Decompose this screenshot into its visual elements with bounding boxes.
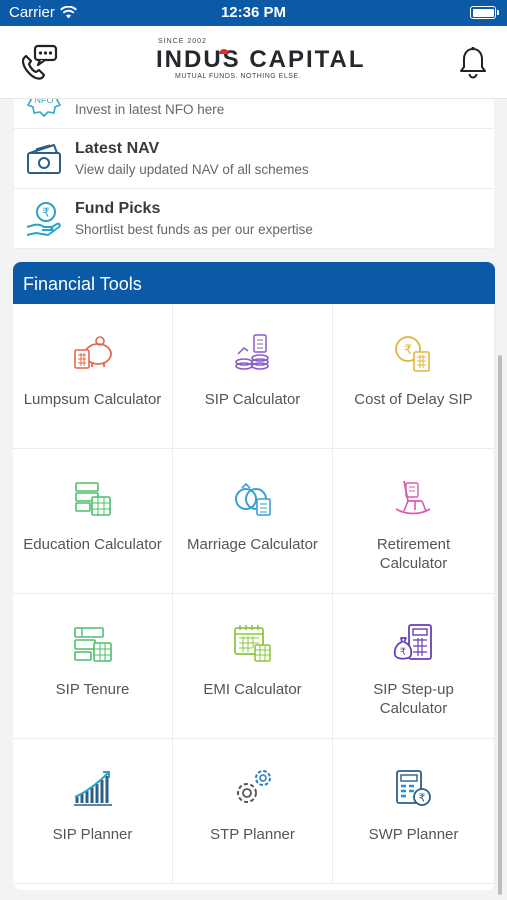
status-time: 12:36 PM bbox=[220, 4, 287, 21]
tool-retirement-calculator[interactable]: Retirement Calculator bbox=[333, 449, 495, 594]
fund-picks-icon: ₹ bbox=[26, 202, 61, 236]
calendar-calculator-icon bbox=[234, 625, 271, 662]
rings-icon bbox=[235, 482, 271, 516]
sip-tenure-icon bbox=[74, 627, 112, 662]
quick-link-nfo[interactable]: NFO Invest in latest NFO here bbox=[14, 99, 494, 129]
piggy-bank-calculator-icon bbox=[74, 336, 112, 369]
svg-text:₹: ₹ bbox=[419, 792, 426, 805]
scrollbar[interactable] bbox=[498, 355, 502, 895]
tool-label: Cost of Delay SIP bbox=[354, 391, 473, 408]
phone-chat-icon bbox=[21, 44, 58, 80]
tool-swp-planner[interactable]: ₹ SWP Planner bbox=[333, 739, 495, 884]
quick-link-subtitle: Shortlist best funds as per our expertis… bbox=[75, 222, 313, 237]
tool-label: EMI Calculator bbox=[203, 681, 302, 698]
quick-link-subtitle: View daily updated NAV of all schemes bbox=[75, 162, 309, 177]
quick-link-title: Latest NAV bbox=[75, 140, 160, 157]
rupee-coin-calculator-icon: ₹ bbox=[395, 336, 430, 372]
status-bar: Carrier 12:36 PM bbox=[0, 0, 507, 26]
quick-links-card: NFO Invest in latest NFO here Latest NAV… bbox=[14, 99, 494, 249]
calculator-rupee-icon: ₹ bbox=[396, 770, 431, 806]
financial-tools-title: Financial Tools bbox=[13, 262, 495, 304]
tool-label: SIP Tenure bbox=[55, 681, 130, 698]
tool-label: Marriage Calculator bbox=[187, 536, 318, 553]
nav-cash-icon bbox=[27, 144, 61, 174]
brand-name: INDUS CAPITAL bbox=[156, 46, 366, 73]
tool-label: SIP Step-up Calculator bbox=[373, 681, 454, 717]
brand-since: SINCE 2002 bbox=[158, 38, 207, 45]
tool-lumpsum-calculator[interactable]: Lumpsum Calculator bbox=[13, 304, 173, 449]
moneybag-calculator-icon: ₹ bbox=[393, 624, 432, 660]
tool-sip-calculator[interactable]: SIP Calculator bbox=[173, 304, 333, 449]
notifications-button[interactable] bbox=[457, 46, 489, 80]
brand-logo: SINCE 2002 INDUS CAPITAL MUTUAL FUNDS. N… bbox=[150, 37, 364, 89]
financial-tools-card: Financial Tools Lumpsum Calculator SIP C… bbox=[13, 262, 495, 890]
tool-emi-calculator[interactable]: EMI Calculator bbox=[173, 594, 333, 739]
tool-label: STP Planner bbox=[210, 826, 295, 843]
svg-text:₹: ₹ bbox=[404, 343, 412, 358]
quick-link-title: Fund Picks bbox=[75, 200, 161, 217]
svg-text:₹: ₹ bbox=[42, 206, 50, 220]
tool-cost-of-delay-sip[interactable]: ₹ Cost of Delay SIP bbox=[333, 304, 495, 449]
gears-icon bbox=[237, 770, 271, 803]
app-header: SINCE 2002 INDUS CAPITAL MUTUAL FUNDS. N… bbox=[0, 26, 507, 99]
tool-sip-step-up-calculator[interactable]: ₹ SIP Step-up Calculator bbox=[333, 594, 495, 739]
tool-label: SIP Planner bbox=[52, 826, 133, 843]
tool-sip-tenure[interactable]: SIP Tenure bbox=[13, 594, 173, 739]
tool-education-calculator[interactable]: Education Calculator bbox=[13, 449, 173, 594]
svg-text:₹: ₹ bbox=[400, 647, 406, 658]
battery-icon bbox=[470, 6, 499, 19]
tool-label: Lumpsum Calculator bbox=[23, 391, 162, 408]
education-calculator-icon bbox=[75, 482, 111, 516]
quick-link-subtitle: Invest in latest NFO here bbox=[75, 102, 225, 117]
tool-label: SIP Calculator bbox=[204, 391, 301, 408]
growth-chart-icon bbox=[74, 771, 112, 806]
brand-accent-mark bbox=[219, 49, 229, 54]
tool-sip-planner[interactable]: SIP Planner bbox=[13, 739, 173, 884]
coins-icon bbox=[235, 334, 269, 370]
rocking-chair-icon bbox=[395, 480, 431, 515]
svg-text:NFO: NFO bbox=[35, 99, 54, 105]
tool-label: Education Calculator bbox=[23, 536, 162, 553]
tool-stp-planner[interactable]: STP Planner bbox=[173, 739, 333, 884]
quick-link-fund-picks[interactable]: ₹ Fund Picks Shortlist best funds as per… bbox=[14, 189, 494, 249]
contact-button[interactable] bbox=[18, 43, 60, 83]
tool-marriage-calculator[interactable]: Marriage Calculator bbox=[173, 449, 333, 594]
quick-link-latest-nav[interactable]: Latest NAV View daily updated NAV of all… bbox=[14, 129, 494, 189]
brand-tagline: MUTUAL FUNDS. NOTHING ELSE. bbox=[175, 73, 302, 80]
tool-label: SWP Planner bbox=[368, 826, 459, 843]
nfo-icon: NFO bbox=[26, 99, 62, 118]
tool-label: Retirement Calculator bbox=[376, 536, 451, 572]
bell-icon bbox=[460, 46, 486, 79]
